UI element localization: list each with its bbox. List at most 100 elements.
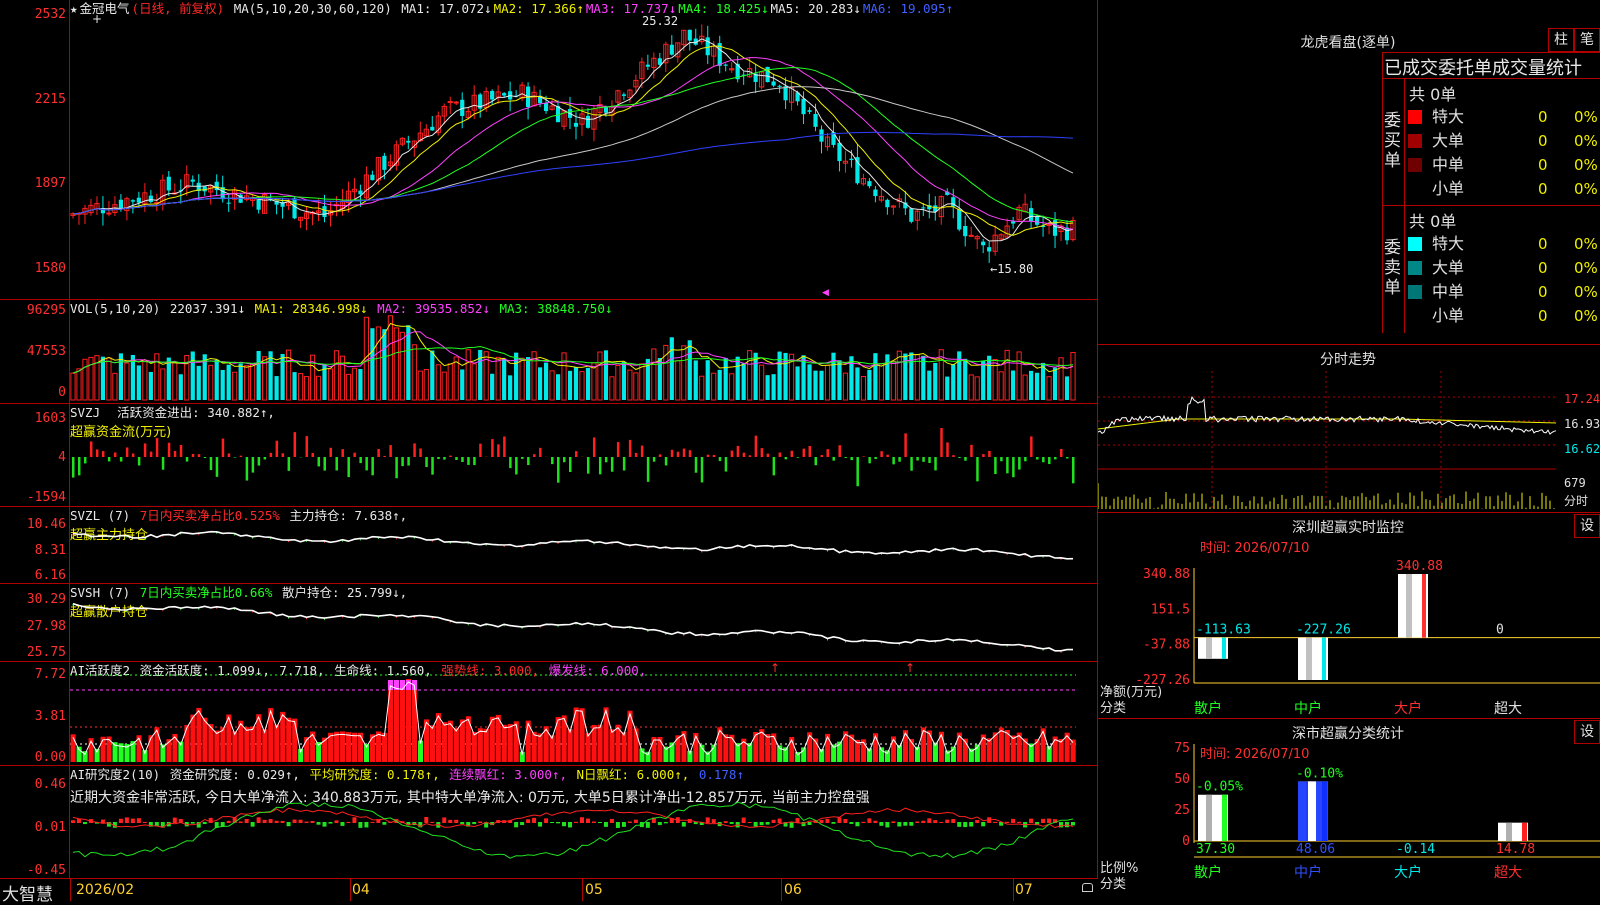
volume-bar [508, 375, 512, 400]
research-bar [855, 822, 859, 826]
research-bar [245, 819, 249, 823]
activity-bar [406, 679, 411, 762]
date-tick: 06 [784, 882, 802, 898]
order-count: 0 [1538, 153, 1548, 177]
monitor-category: 中户 [1294, 700, 1322, 717]
svzj-chart[interactable] [70, 404, 1076, 507]
longhu-panel[interactable]: 龙虎看盘(逐单) 柱 笔 已成交委托单成交量统计 委买单 共 0单 特大00%大… [1098, 0, 1600, 344]
activity-bar [478, 728, 483, 762]
flow-bar [359, 457, 362, 463]
candle-body [1047, 225, 1051, 226]
ai-research-chart[interactable] [70, 766, 1076, 879]
svsh-pane[interactable]: 30.29 27.98 25.75 SVSH (7) 7日内买卖净占比0.66%… [0, 583, 1098, 661]
candle-body [807, 110, 811, 112]
volume-bar [676, 361, 680, 400]
longhu-subtitle: 已成交委托单成交量统计 [1384, 54, 1582, 80]
class-bar-value: 14.78 [1496, 842, 1535, 857]
volume-bar [167, 358, 171, 400]
research-bar [933, 820, 937, 823]
research-bar [544, 818, 548, 823]
research-bar [269, 819, 273, 823]
sz-monitor-chart[interactable]: 340.88151.5-37.88-227.26-113.63散户-227.26… [1098, 513, 1600, 719]
fenshi-chart[interactable] [1098, 371, 1566, 511]
ai-active-pane[interactable]: 7.72 3.81 0.00 AI活跃度2 资金活跃度: 1.099↓, 7.7… [0, 661, 1098, 765]
volume-bar [257, 351, 261, 400]
research-bar [1011, 819, 1015, 823]
chart-area[interactable]: 2532 2215 1897 1580 ★金冠电气(日线, 前复权) MA(5,… [0, 0, 1098, 900]
activity-bar [999, 728, 1004, 762]
flow-bar [377, 449, 380, 457]
volume-bar [622, 362, 626, 400]
flow-bar [533, 454, 536, 457]
flow-bar [389, 445, 392, 457]
ai-research-tick: -0.45 [27, 864, 66, 878]
class-bar-label: -0.05% [1196, 780, 1243, 795]
svzl-pane[interactable]: 10.46 8.31 6.16 SVZL (7) 7日内买卖净占比0.525% … [0, 506, 1098, 583]
candle-body [227, 203, 231, 204]
ai-research-pane[interactable]: 0.46 0.01 -0.45 AI研究度2(10) 资金研究度: 0.029↑… [0, 765, 1098, 878]
candle-body [1011, 221, 1015, 223]
volume-bar [412, 345, 416, 400]
flow-bar [84, 457, 87, 463]
sz-class-panel[interactable]: 深市超赢分类统计 设 时间: 2026/07/10 7550250-0.05%3… [1098, 718, 1600, 901]
monitor-category: 散户 [1194, 700, 1222, 717]
kline-chart[interactable] [70, 0, 1076, 300]
flow-bar [832, 457, 835, 461]
fenshi-tick: 16.93 [1564, 417, 1600, 431]
volume-bar [825, 365, 829, 400]
order-type: 小单 [1432, 177, 1464, 201]
sz-class-chart[interactable]: 7550250-0.05%37.30散户-0.10%48.06中户-0.14大户… [1098, 719, 1600, 901]
flow-bar [587, 457, 590, 474]
kline-pane[interactable]: 2532 2215 1897 1580 ★金冠电气(日线, 前复权) MA(5,… [0, 0, 1098, 300]
column-view-button[interactable]: 柱 [1548, 28, 1574, 52]
class-bar-shine [1308, 781, 1316, 841]
tick-view-button[interactable]: 笔 [1574, 28, 1600, 52]
research-bar [981, 822, 985, 826]
flow-bar [461, 457, 464, 462]
date-sep [350, 879, 351, 901]
volume-chart[interactable] [70, 300, 1076, 404]
flow-bar [431, 457, 434, 475]
lock-icon[interactable] [1082, 883, 1093, 892]
activity-bar [927, 730, 932, 762]
flow-bar [904, 433, 907, 457]
order-row: 中单00% [1404, 153, 1600, 177]
volume-bar [945, 377, 949, 400]
flow-bar [892, 457, 895, 464]
color-swatch-icon [1408, 110, 1422, 124]
volume-bar [772, 374, 776, 400]
class-category: 大户 [1394, 864, 1422, 881]
volume-bar [304, 377, 308, 400]
candle-body [1035, 217, 1039, 225]
volume-bar [598, 352, 602, 400]
fenshi-panel[interactable]: 分时走势 17.24 16.93 16.62 679 分时 [1098, 344, 1600, 513]
svsh-chart[interactable] [70, 584, 1076, 662]
activity-bar [412, 682, 417, 762]
research-bar [538, 822, 542, 827]
activity-bar [448, 721, 453, 762]
svzl-chart[interactable] [70, 507, 1076, 584]
svzj-tick: -1594 [27, 491, 66, 505]
monitor-category: 大户 [1394, 700, 1422, 717]
activity-bar [286, 718, 291, 762]
volume-bar [712, 373, 716, 400]
research-bar [382, 822, 386, 825]
volume-pane[interactable]: 96295 47553 0 VOL(5,10,20) 22037.391↓ MA… [0, 299, 1098, 403]
flow-bar [365, 457, 368, 470]
color-swatch-icon [1408, 237, 1422, 251]
volume-bar [843, 373, 847, 400]
flow-bar [779, 453, 782, 457]
volume-bar [496, 357, 500, 400]
activity-bar [394, 686, 399, 762]
flow-bar [719, 457, 722, 461]
flow-bar [539, 448, 542, 457]
svzj-pane[interactable]: 1603 4 -1594 SVZJ 活跃资金进出: 340.882↑, 超赢资金… [0, 403, 1098, 506]
flow-bar [126, 447, 129, 457]
buy-total: 共 0单 [1409, 81, 1456, 105]
sz-monitor-panel[interactable]: 深圳超赢实时监控 设 时间: 2026/07/10 340.88151.5-37… [1098, 512, 1600, 719]
monitor-bar-label: 0 [1496, 623, 1504, 638]
flow-bar [96, 449, 99, 457]
order-pct: 0% [1574, 256, 1598, 280]
ai-active-chart[interactable]: ↑↑ [70, 662, 1076, 766]
flow-bar [329, 448, 332, 457]
